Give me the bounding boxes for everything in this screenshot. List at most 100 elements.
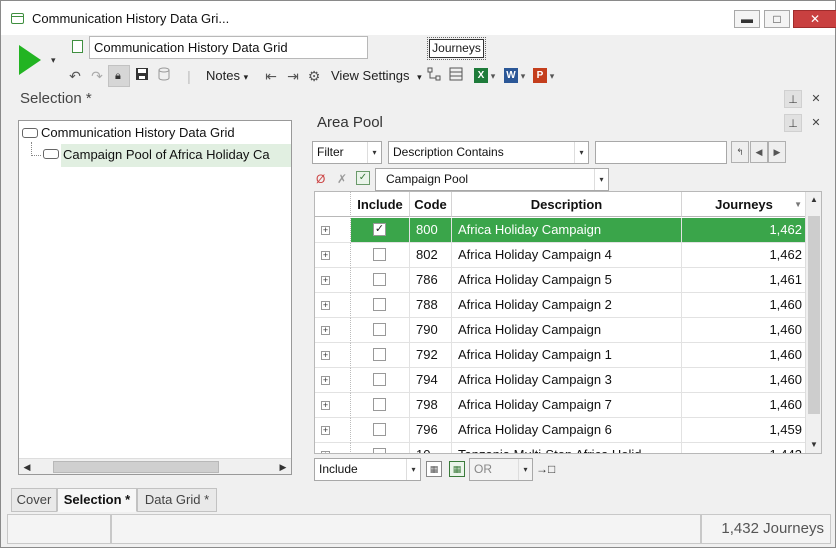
hierarchy-icon[interactable] (425, 67, 443, 85)
include-cell[interactable] (351, 418, 410, 443)
tab-selection[interactable]: Selection * (57, 488, 137, 512)
indent-icon[interactable]: ⇥ (284, 67, 302, 85)
include-checkbox[interactable] (373, 323, 386, 336)
row-expander-cell[interactable]: + (315, 443, 351, 453)
remove-filter-icon[interactable]: ✗ (337, 172, 347, 186)
row-expander-cell[interactable]: + (315, 343, 351, 368)
include-cell[interactable] (351, 443, 410, 453)
scroll-right-icon[interactable]: ▶ (275, 459, 291, 474)
filter-value-input[interactable] (595, 141, 727, 164)
filter-field-select[interactable]: Description Contains ▾ (388, 141, 589, 164)
header-code[interactable]: Code (410, 192, 452, 217)
tab-cover[interactable]: Cover (11, 488, 57, 512)
run-dropdown-icon[interactable]: ▾ (51, 55, 56, 66)
include-checkbox[interactable] (373, 398, 386, 411)
source-pool-select[interactable]: Campaign Pool ▾ (375, 168, 609, 191)
maximize-button[interactable]: □ (764, 10, 790, 28)
expand-plus-icon[interactable]: + (321, 276, 330, 285)
include-cell[interactable] (351, 318, 410, 343)
word-export-icon[interactable]: W (504, 68, 518, 83)
expand-plus-icon[interactable]: + (321, 226, 330, 235)
close-panel-icon[interactable]: ✕ (807, 90, 825, 108)
include-checkbox[interactable] (373, 273, 386, 286)
grid-view-icon[interactable] (447, 67, 465, 85)
table-row[interactable]: +790 Africa Holiday Campaign 1,460 (315, 318, 807, 343)
pin-icon[interactable]: ⊥ (784, 90, 802, 108)
clear-filter-icon[interactable]: Ø (316, 172, 325, 186)
table-row[interactable]: +10Tanzania Multi-Stop Africa Holid...1,… (315, 443, 807, 453)
tab-data-grid[interactable]: Data Grid * (137, 488, 217, 512)
close-button[interactable]: ✕ (793, 10, 836, 28)
next-icon[interactable]: ▶ (768, 141, 786, 163)
green-grid-icon[interactable]: ▦ (449, 461, 465, 477)
undo-icon[interactable]: ↶ (67, 67, 83, 85)
include-mode-select[interactable]: Include ▾ (314, 458, 421, 481)
journeys-chip[interactable]: Journeys (427, 37, 486, 60)
operator-select[interactable]: OR ▾ (469, 458, 533, 481)
excel-export-icon[interactable]: X (474, 68, 488, 83)
tree-horizontal-scrollbar[interactable]: ◀ ▶ (19, 458, 291, 474)
calendar-grid-icon[interactable]: ▦ (426, 461, 442, 477)
include-cell[interactable] (351, 393, 410, 418)
tree-child-label[interactable]: Campaign Pool of Africa Holiday Ca (63, 147, 270, 162)
row-expander-cell[interactable]: + (315, 418, 351, 443)
expand-plus-icon[interactable]: + (321, 401, 330, 410)
table-row[interactable]: +788 Africa Holiday Campaign 2 1,460 (315, 293, 807, 318)
filter-apply-icon[interactable]: ↰ (731, 141, 749, 163)
expand-plus-icon[interactable]: + (321, 301, 330, 310)
lock-button[interactable]: 🔒︎ (108, 65, 130, 87)
save-icon[interactable] (134, 67, 150, 85)
grid-vertical-scrollbar[interactable]: ▲ ▼ (805, 192, 821, 453)
include-checkbox[interactable] (373, 248, 386, 261)
scroll-left-icon[interactable]: ◀ (19, 459, 35, 474)
grid-scroll-thumb[interactable] (808, 216, 820, 414)
include-cell[interactable] (351, 268, 410, 293)
expand-plus-icon[interactable]: + (321, 351, 330, 360)
include-checkbox[interactable] (373, 298, 386, 311)
view-settings-menu[interactable]: View Settings ▾ (331, 65, 422, 87)
expand-plus-icon[interactable]: + (321, 251, 330, 260)
document-name-input[interactable] (89, 36, 368, 59)
filter-type-select[interactable]: Filter ▾ (312, 141, 382, 164)
powerpoint-export-icon[interactable]: P (533, 68, 547, 83)
powerpoint-dropdown-icon[interactable]: ▾ (548, 67, 556, 85)
table-row[interactable]: +798 Africa Holiday Campaign 7 1,460 (315, 393, 807, 418)
header-journeys[interactable]: Journeys ▼ (682, 192, 807, 217)
table-row[interactable]: +794 Africa Holiday Campaign 3 1,460 (315, 368, 807, 393)
row-expander-cell[interactable]: + (315, 393, 351, 418)
scroll-up-icon[interactable]: ▲ (806, 192, 821, 208)
include-cell[interactable] (351, 293, 410, 318)
database-icon[interactable] (156, 67, 172, 85)
table-row[interactable]: +786 Africa Holiday Campaign 5 1,461 (315, 268, 807, 293)
row-expander-cell[interactable]: + (315, 218, 351, 243)
area-close-icon[interactable]: ✕ (807, 114, 825, 132)
include-checkbox[interactable] (373, 423, 386, 436)
row-expander-cell[interactable]: + (315, 318, 351, 343)
run-play-icon[interactable] (19, 45, 41, 75)
outdent-icon[interactable]: ⇤ (262, 67, 280, 85)
minimize-button[interactable]: ▬ (734, 10, 760, 28)
word-dropdown-icon[interactable]: ▾ (519, 67, 527, 85)
area-pin-icon[interactable]: ⊥ (784, 114, 802, 132)
table-row[interactable]: +792 Africa Holiday Campaign 1 1,460 (315, 343, 807, 368)
excel-dropdown-icon[interactable]: ▾ (489, 67, 497, 85)
expand-plus-icon[interactable]: + (321, 326, 330, 335)
include-checkbox[interactable] (373, 373, 386, 386)
header-include[interactable]: Include (351, 192, 410, 217)
dock-arrow-icon[interactable]: →□ (536, 462, 555, 476)
include-cell[interactable] (351, 368, 410, 393)
row-expander-cell[interactable]: + (315, 243, 351, 268)
table-row[interactable]: +802 Africa Holiday Campaign 4 1,462 (315, 243, 807, 268)
checklist-icon[interactable]: ✓ (356, 171, 370, 185)
row-expander-cell[interactable]: + (315, 293, 351, 318)
header-description[interactable]: Description (452, 192, 682, 217)
include-cell[interactable] (351, 343, 410, 368)
expand-plus-icon[interactable]: + (321, 376, 330, 385)
row-expander-cell[interactable]: + (315, 368, 351, 393)
table-row[interactable]: +796 Africa Holiday Campaign 6 1,459 (315, 418, 807, 443)
redo-icon[interactable]: ↷ (89, 67, 105, 85)
include-cell[interactable] (351, 243, 410, 268)
row-expander-cell[interactable]: + (315, 268, 351, 293)
settings-gear-icon[interactable]: ⚙ (305, 67, 323, 85)
include-checkbox[interactable] (373, 448, 386, 453)
